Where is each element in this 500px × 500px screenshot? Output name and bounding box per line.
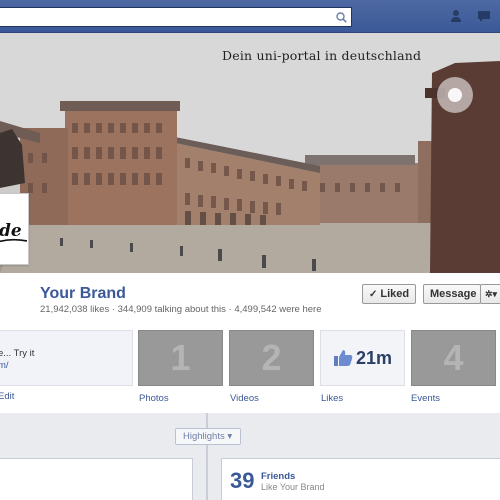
likes-tile[interactable]: 21m [320, 330, 405, 386]
videos-tile[interactable]: 2 [229, 330, 314, 386]
photos-tile-number: 1 [170, 337, 191, 378]
thumbs-up-icon [333, 350, 353, 366]
videos-tile-number: 2 [261, 337, 282, 378]
logo-underline [0, 238, 27, 243]
top-navigation-bar [0, 0, 500, 33]
profile-picture[interactable]: de [0, 193, 29, 265]
search-input[interactable] [0, 9, 320, 27]
page-title[interactable]: Your Brand [40, 285, 126, 303]
about-website-link[interactable]: m/ [0, 360, 9, 371]
events-tile-label[interactable]: Events [411, 393, 440, 404]
settings-gear-button[interactable]: ✲▾ [480, 284, 500, 304]
page-stats: 21,942,038 likes · 344,909 talking about… [40, 304, 322, 315]
timeline-spine [206, 413, 208, 500]
friends-count[interactable]: 39 [230, 468, 254, 494]
events-tile[interactable]: 4 [411, 330, 496, 386]
timeline-left-post [0, 458, 193, 500]
likes-tile-count: 21m [355, 347, 393, 368]
liked-button[interactable]: ✓ Liked [362, 284, 416, 304]
check-icon: ✓ [369, 288, 378, 300]
friend-requests-icon[interactable] [450, 8, 466, 24]
photos-tile[interactable]: 1 [138, 330, 223, 386]
events-tile-number: 4 [443, 337, 464, 378]
gear-icon: ✲▾ [485, 288, 498, 299]
likes-tile-label[interactable]: Likes [321, 393, 343, 404]
friends-label[interactable]: Friends [261, 471, 295, 482]
search-box[interactable] [0, 7, 352, 27]
about-text: e... Try it [0, 348, 35, 359]
photos-tile-label[interactable]: Photos [139, 393, 169, 404]
palace-illustration [0, 33, 500, 273]
highlights-dropdown[interactable]: Highlights ▾ [175, 428, 241, 445]
about-edit-link[interactable]: Edit [0, 391, 14, 402]
messages-icon[interactable] [476, 8, 492, 24]
message-label: Message [430, 288, 477, 300]
cover-photo[interactable]: Dein uni-portal in deutschland [0, 33, 500, 273]
friends-sublabel: Like Your Brand [261, 482, 325, 492]
cover-tagline: Dein uni-portal in deutschland [222, 48, 422, 63]
search-icon [335, 11, 347, 23]
liked-label: Liked [380, 288, 410, 300]
search-button[interactable] [331, 8, 351, 26]
message-button[interactable]: Message [423, 284, 481, 304]
videos-tile-label[interactable]: Videos [230, 393, 259, 404]
